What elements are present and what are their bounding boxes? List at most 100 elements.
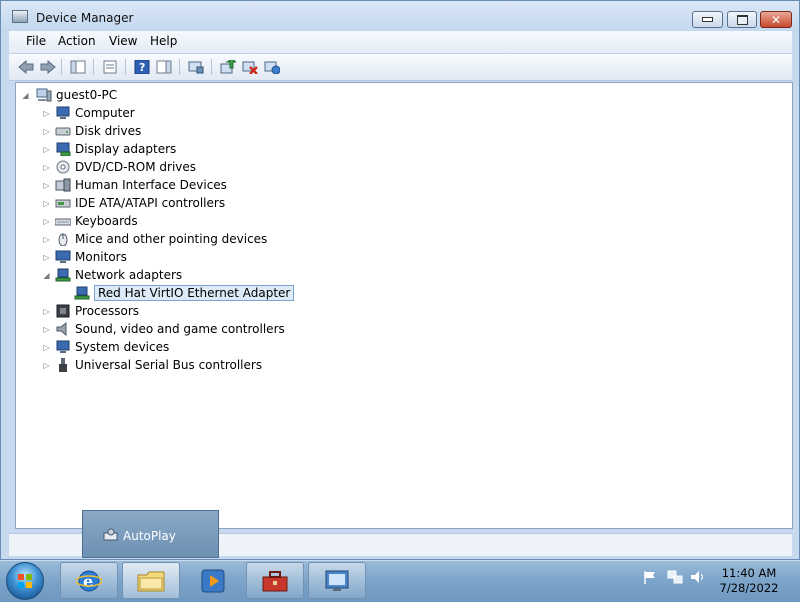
help-icon[interactable]: ? (133, 58, 151, 76)
minimize-icon (702, 17, 713, 22)
title-bar[interactable]: Device Manager ✕ (1, 1, 799, 31)
expand-icon[interactable]: ▷ (42, 181, 51, 190)
menu-help[interactable]: Help (147, 34, 180, 48)
autoplay-icon (103, 528, 119, 542)
processor-icon (55, 304, 71, 318)
ide-controller-icon (55, 196, 71, 210)
category-system-devices[interactable]: ▷ System devices (42, 338, 169, 356)
taskbar: e 11:40 AM 7/28/2022 (0, 560, 800, 601)
category-label: Human Interface Devices (75, 178, 227, 192)
category-monitors[interactable]: ▷ Monitors (42, 248, 127, 266)
autoplay-label: AutoPlay (123, 529, 176, 543)
expand-icon[interactable]: ▷ (42, 109, 51, 118)
action-center-flag-icon[interactable] (642, 569, 658, 585)
computer-icon (36, 88, 52, 102)
internet-explorer-icon: e (76, 570, 102, 591)
maximize-button[interactable] (727, 11, 757, 28)
category-label: Keyboards (75, 214, 138, 228)
taskbar-internet-explorer[interactable]: e (60, 562, 118, 599)
expand-icon[interactable]: ▷ (42, 127, 51, 136)
close-icon: ✕ (770, 12, 782, 27)
properties-icon[interactable] (101, 58, 119, 76)
volume-icon[interactable] (690, 569, 706, 585)
svg-text:e: e (83, 572, 93, 591)
monitor-icon (55, 250, 71, 264)
uninstall-icon[interactable] (241, 58, 259, 76)
category-label: Monitors (75, 250, 127, 264)
expand-icon[interactable]: ▷ (42, 253, 51, 262)
action-pane-icon[interactable] (155, 58, 173, 76)
display-adapter-icon (55, 142, 71, 157)
menu-view[interactable]: View (106, 34, 140, 48)
enable-device-icon[interactable] (263, 58, 281, 76)
start-button[interactable] (6, 562, 44, 600)
taskbar-toolbox[interactable] (246, 562, 304, 599)
minimize-button[interactable] (692, 11, 723, 28)
autoplay-thumbnail[interactable]: AutoPlay (82, 510, 219, 558)
category-label: Disk drives (75, 124, 142, 138)
forward-icon[interactable] (39, 58, 57, 76)
category-label: Network adapters (75, 268, 183, 282)
expand-icon[interactable]: ▷ (42, 361, 51, 370)
expand-icon[interactable]: ▷ (42, 307, 51, 316)
computer-icon (55, 106, 71, 120)
system-device-icon (55, 340, 71, 354)
update-driver-icon[interactable] (219, 58, 237, 76)
network-adapter-icon (74, 286, 90, 300)
device-manager-icon (12, 10, 28, 23)
taskbar-windows-explorer[interactable] (122, 562, 180, 599)
device-label: Red Hat VirtIO Ethernet Adapter (94, 285, 295, 301)
category-label: Sound, video and game controllers (75, 322, 285, 336)
network-icon[interactable] (667, 569, 683, 585)
tree-root-label: guest0-PC (56, 88, 118, 102)
category-human-interface-devices[interactable]: ▷ Human Interface Devices (42, 176, 227, 194)
category-computer[interactable]: ▷ Computer (42, 104, 134, 122)
speaker-icon (55, 321, 71, 337)
menu-action[interactable]: Action (55, 34, 99, 48)
category-dvd-cd-rom-drives[interactable]: ▷ DVD/CD-ROM drives (42, 158, 196, 176)
device-manager-icon (325, 570, 349, 591)
category-label: Universal Serial Bus controllers (75, 358, 263, 372)
category-network-adapters[interactable]: ◢ Network adapters (42, 266, 182, 284)
keyboard-icon (54, 214, 72, 228)
expand-icon[interactable]: ▷ (42, 343, 51, 352)
taskbar-device-manager[interactable] (308, 562, 366, 599)
clock-date: 7/28/2022 (719, 581, 779, 595)
usb-icon (55, 358, 71, 372)
close-button[interactable]: ✕ (760, 11, 792, 28)
collapse-icon[interactable]: ◢ (21, 91, 30, 100)
menu-file[interactable]: File (23, 34, 49, 48)
mouse-icon (55, 232, 71, 247)
category-display-adapters[interactable]: ▷ Display adapters (42, 140, 176, 158)
show-hide-console-tree-icon[interactable] (69, 58, 87, 76)
disk-drive-icon (55, 124, 71, 138)
category-label: Processors (75, 304, 140, 318)
dvd-drive-icon (55, 160, 71, 174)
tree-root[interactable]: ◢ guest0-PC (21, 86, 117, 104)
category-label: Display adapters (75, 142, 177, 156)
collapse-icon[interactable]: ◢ (42, 271, 51, 280)
scan-hardware-changes-icon[interactable] (187, 58, 205, 76)
category-label: IDE ATA/ATAPI controllers (75, 196, 226, 210)
category-sound-video-game[interactable]: ▷ Sound, video and game controllers (42, 320, 285, 338)
category-mice[interactable]: ▷ Mice and other pointing devices (42, 230, 267, 248)
window-title: Device Manager (36, 11, 134, 25)
category-usb-controllers[interactable]: ▷ Universal Serial Bus controllers (42, 356, 262, 374)
media-player-icon (201, 569, 225, 592)
taskbar-media-player[interactable] (184, 562, 242, 599)
category-ide-ata-atapi-controllers[interactable]: ▷ IDE ATA/ATAPI controllers (42, 194, 225, 212)
category-processors[interactable]: ▷ Processors (42, 302, 139, 320)
svg-text:?: ? (139, 61, 145, 74)
category-keyboards[interactable]: ▷ Keyboards (42, 212, 138, 230)
expand-icon[interactable]: ▷ (42, 199, 51, 208)
expand-icon[interactable]: ▷ (42, 217, 51, 226)
expand-icon[interactable]: ▷ (42, 325, 51, 334)
taskbar-clock[interactable]: 11:40 AM 7/28/2022 (713, 566, 785, 596)
expand-icon[interactable]: ▷ (42, 163, 51, 172)
category-disk-drives[interactable]: ▷ Disk drives (42, 122, 141, 140)
device-red-hat-virtio-ethernet-adapter[interactable]: Red Hat VirtIO Ethernet Adapter (74, 284, 295, 302)
back-icon[interactable] (17, 58, 35, 76)
expand-icon[interactable]: ▷ (42, 235, 51, 244)
expand-icon[interactable]: ▷ (42, 145, 51, 154)
menu-bar: File Action View Help (9, 31, 792, 54)
